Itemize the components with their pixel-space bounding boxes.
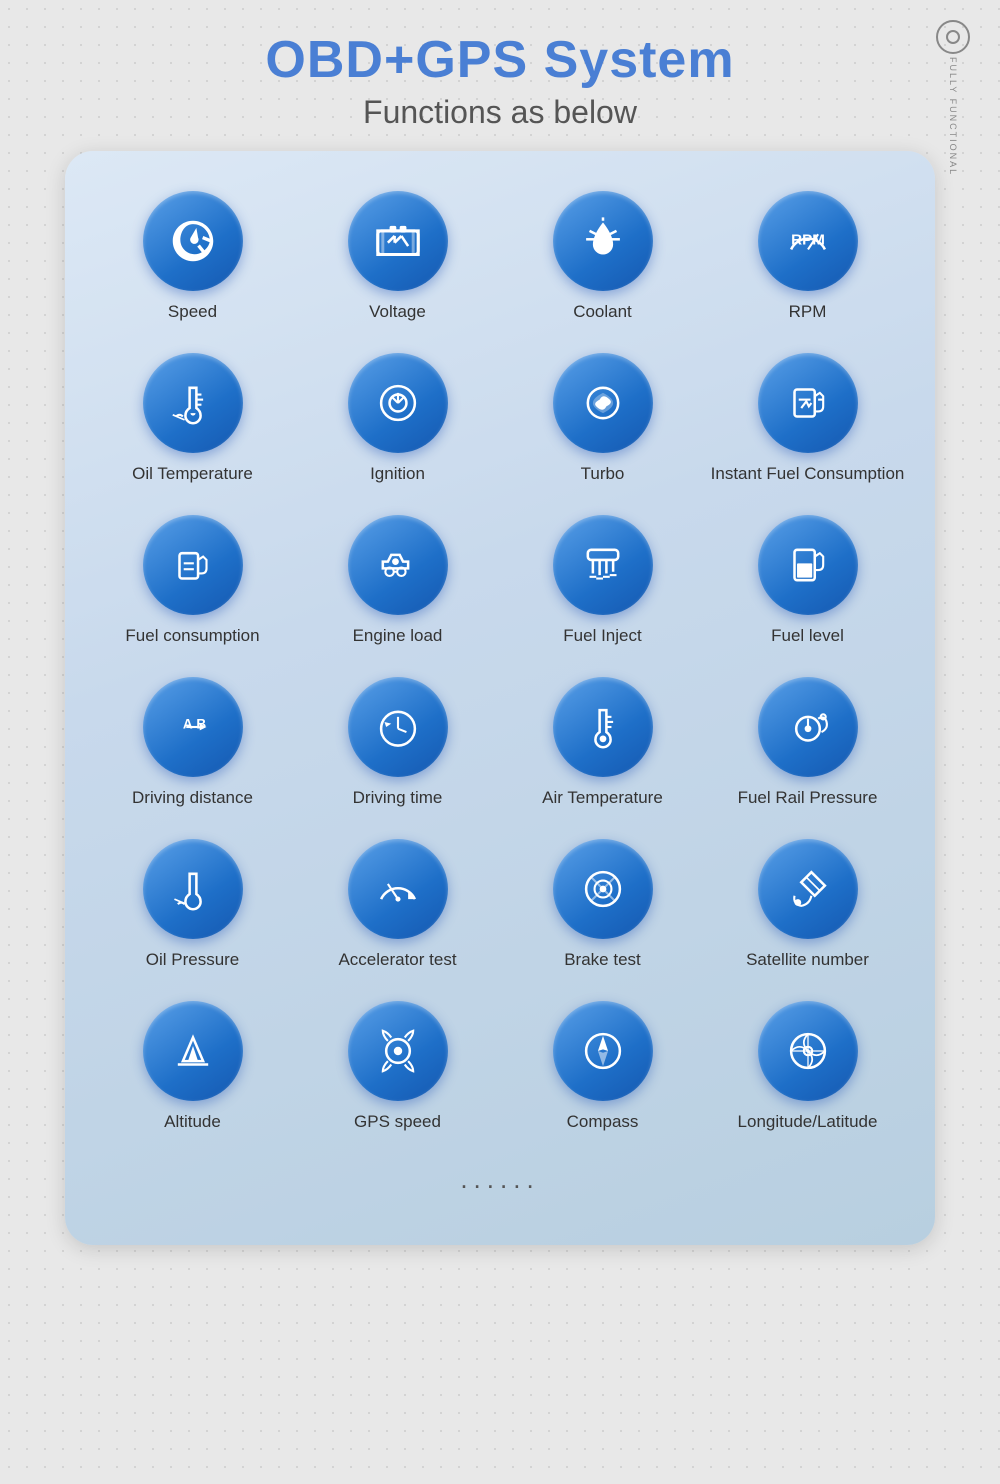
watermark-circle [936, 20, 970, 54]
label-oil-temperature: Oil Temperature [132, 463, 253, 485]
item-longitude-latitude[interactable]: Longitude/Latitude [710, 1001, 905, 1133]
icon-brake-test [553, 839, 653, 939]
label-fuel-consumption: Fuel consumption [125, 625, 259, 647]
icon-longitude-latitude [758, 1001, 858, 1101]
page-header: OBD+GPS System Functions as below [20, 30, 980, 131]
item-fuel-inject[interactable]: Fuel Inject [505, 515, 700, 647]
item-driving-distance[interactable]: AB Driving distance [95, 677, 290, 809]
icon-fuel-level [758, 515, 858, 615]
label-instant-fuel: Instant Fuel Consumption [711, 463, 905, 485]
label-ignition: Ignition [370, 463, 425, 485]
icon-voltage [348, 191, 448, 291]
item-rpm[interactable]: RPM RPM [710, 191, 905, 323]
label-rpm: RPM [789, 301, 827, 323]
icon-altitude [143, 1001, 243, 1101]
icon-ignition [348, 353, 448, 453]
svg-text:RPM: RPM [791, 231, 825, 248]
icon-satellite-number [758, 839, 858, 939]
label-engine-load: Engine load [353, 625, 443, 647]
more-dots: ...... [95, 1164, 905, 1195]
page-subtitle: Functions as below [20, 94, 980, 131]
svg-text:A: A [182, 717, 192, 732]
watermark-text: FULLY FUNCTIONAL [948, 57, 958, 176]
item-satellite-number[interactable]: Satellite number [710, 839, 905, 971]
label-air-temperature: Air Temperature [542, 787, 663, 809]
label-driving-distance: Driving distance [132, 787, 253, 809]
label-fuel-level: Fuel level [771, 625, 844, 647]
item-voltage[interactable]: Voltage [300, 191, 495, 323]
label-speed: Speed [168, 301, 217, 323]
label-turbo: Turbo [581, 463, 625, 485]
functions-card: Speed Voltage Coolant RPM RPM Oil Temperature… [65, 151, 935, 1245]
icon-fuel-consumption [143, 515, 243, 615]
item-engine-load[interactable]: Engine load [300, 515, 495, 647]
label-voltage: Voltage [369, 301, 426, 323]
icon-fuel-inject [553, 515, 653, 615]
label-oil-pressure: Oil Pressure [146, 949, 240, 971]
label-compass: Compass [567, 1111, 639, 1133]
label-satellite-number: Satellite number [746, 949, 869, 971]
icon-oil-pressure [143, 839, 243, 939]
item-speed[interactable]: Speed [95, 191, 290, 323]
icon-grid: Speed Voltage Coolant RPM RPM Oil Temperature… [95, 191, 905, 1134]
watermark-inner-circle [946, 30, 960, 44]
item-ignition[interactable]: Ignition [300, 353, 495, 485]
item-brake-test[interactable]: Brake test [505, 839, 700, 971]
icon-air-temperature [553, 677, 653, 777]
item-air-temperature[interactable]: Air Temperature [505, 677, 700, 809]
item-accelerator-test[interactable]: Accelerator test [300, 839, 495, 971]
item-driving-time[interactable]: Driving time [300, 677, 495, 809]
item-fuel-rail-pressure[interactable]: Fuel Rail Pressure [710, 677, 905, 809]
label-driving-time: Driving time [353, 787, 443, 809]
icon-driving-time [348, 677, 448, 777]
item-turbo[interactable]: Turbo [505, 353, 700, 485]
label-longitude-latitude: Longitude/Latitude [738, 1111, 878, 1133]
item-oil-pressure[interactable]: Oil Pressure [95, 839, 290, 971]
label-fuel-rail-pressure: Fuel Rail Pressure [738, 787, 878, 809]
icon-gps-speed [348, 1001, 448, 1101]
item-fuel-level[interactable]: Fuel level [710, 515, 905, 647]
watermark: FULLY FUNCTIONAL [936, 20, 970, 176]
icon-compass [553, 1001, 653, 1101]
icon-accelerator-test [348, 839, 448, 939]
icon-driving-distance: AB [143, 677, 243, 777]
item-coolant[interactable]: Coolant [505, 191, 700, 323]
icon-rpm: RPM [758, 191, 858, 291]
icon-instant-fuel [758, 353, 858, 453]
icon-coolant [553, 191, 653, 291]
label-fuel-inject: Fuel Inject [563, 625, 641, 647]
label-gps-speed: GPS speed [354, 1111, 441, 1133]
item-compass[interactable]: Compass [505, 1001, 700, 1133]
icon-oil-temperature [143, 353, 243, 453]
page-title: OBD+GPS System [20, 30, 980, 90]
label-brake-test: Brake test [564, 949, 641, 971]
icon-engine-load [348, 515, 448, 615]
label-coolant: Coolant [573, 301, 632, 323]
item-oil-temperature[interactable]: Oil Temperature [95, 353, 290, 485]
item-instant-fuel[interactable]: Instant Fuel Consumption [710, 353, 905, 485]
item-gps-speed[interactable]: GPS speed [300, 1001, 495, 1133]
label-altitude: Altitude [164, 1111, 221, 1133]
icon-speed [143, 191, 243, 291]
label-accelerator-test: Accelerator test [338, 949, 456, 971]
item-altitude[interactable]: Altitude [95, 1001, 290, 1133]
item-fuel-consumption[interactable]: Fuel consumption [95, 515, 290, 647]
icon-fuel-rail-pressure [758, 677, 858, 777]
icon-turbo [553, 353, 653, 453]
